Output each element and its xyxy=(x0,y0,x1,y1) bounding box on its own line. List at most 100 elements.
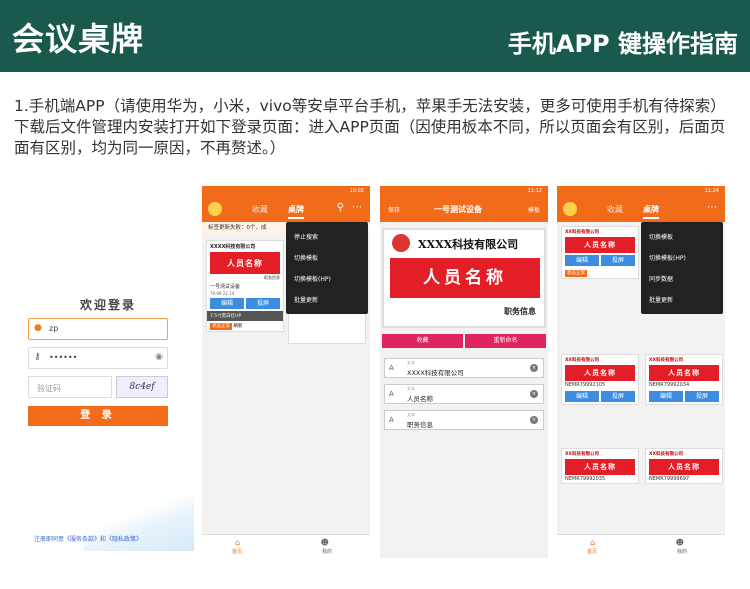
field-value: 职务信息 xyxy=(407,421,433,429)
login-button[interactable]: 登 录 xyxy=(28,406,168,426)
search-icon[interactable]: ⚲ xyxy=(337,202,344,213)
nav-mine[interactable]: 我的 xyxy=(677,548,687,555)
tab-favorites[interactable]: 收藏 xyxy=(252,204,268,215)
edit-button[interactable]: 编辑 xyxy=(565,391,599,402)
field-label: 文本 xyxy=(407,412,415,417)
menu-item-stop-search[interactable]: 停止搜索 xyxy=(286,226,368,247)
favorite-button[interactable]: 收藏 xyxy=(382,334,463,348)
more-icon[interactable]: ⋯ xyxy=(707,202,717,213)
text-field-position[interactable]: A 文本 职务信息 × xyxy=(384,410,544,430)
bottom-nav: ⌂ 首页 ☻ 我的 xyxy=(557,534,725,558)
menu-item-sync-data[interactable]: 同步数据 xyxy=(641,268,723,289)
field-label: 文本 xyxy=(407,386,415,391)
captcha-input[interactable]: 验证码 xyxy=(28,376,112,398)
device-card[interactable]: XXXX科技有限公司 人员名称 职务信息 一号测试设备 79.99.22.14 … xyxy=(206,240,284,332)
home-icon[interactable]: ⌂ xyxy=(590,538,595,547)
template-button[interactable]: 模板 xyxy=(528,205,540,214)
card-name: 人员名称 xyxy=(565,237,635,253)
login-screen: 欢迎登录 ● zp ⚷ •••••• ◉ 验证码 8c4ef 登 录 注册即同意… xyxy=(24,186,194,558)
nameplate-preview: XXXX科技有限公司 人员名称 职务信息 xyxy=(382,228,546,328)
username-field[interactable]: ● zp xyxy=(28,318,168,340)
card-device-id: NEMR79999697 xyxy=(649,476,690,482)
text-field-company[interactable]: A 文本 XXXX科技有限公司 × xyxy=(384,358,544,378)
card-company: XX科技有限公司 xyxy=(649,358,683,363)
app-bar: 收藏 桌牌 ⋯ xyxy=(557,196,725,222)
header-title-right: 手机APP 键操作指南 xyxy=(507,30,738,58)
username-value: zp xyxy=(49,324,59,333)
eye-icon[interactable]: ◉ xyxy=(155,352,163,362)
menu-item-batch-update[interactable]: 批量更新 xyxy=(641,289,723,310)
captcha-image[interactable]: 8c4ef xyxy=(116,376,168,398)
clear-icon[interactable]: × xyxy=(530,364,538,372)
terms-link[interactable]: 注册即同意《服务条款》和《隐私政策》 xyxy=(34,534,142,543)
device-card[interactable]: XX科技有限公司 人员名称 NEMR79992034 编辑 投屏 xyxy=(645,354,723,405)
status-badge: 状态正常 xyxy=(565,270,587,277)
status-bar: 11:24 xyxy=(557,186,725,196)
device-card[interactable]: XX科技有限公司 人员名称 NEMR79992105 编辑 投屏 xyxy=(561,354,639,405)
overflow-menu: 切换模板 切换模板(HP) 同步数据 批量更新 xyxy=(641,222,723,314)
card-name: 人员名称 xyxy=(649,365,719,381)
card-company: XXXX科技有限公司 xyxy=(210,244,256,250)
device-card[interactable]: XX科技有限公司 人员名称 NEMR79992035 xyxy=(561,448,639,484)
card-name: 人员名称 xyxy=(649,459,719,475)
password-field[interactable]: ⚷ •••••• ◉ xyxy=(28,347,168,369)
card-name: 人员名称 xyxy=(565,459,635,475)
person-icon[interactable]: ☻ xyxy=(321,538,329,547)
app-bar: 收藏 桌牌 ⚲ ⋯ xyxy=(202,196,370,222)
intro-text: 1.手机端APP（请使用华为，小米，vivo等安卓平台手机，苹果手无法安装，更多… xyxy=(14,97,726,157)
tab-nameplates[interactable]: 桌牌 xyxy=(643,204,659,219)
welcome-heading: 欢迎登录 xyxy=(79,298,136,312)
device-card[interactable]: XX科技有限公司 人员名称 编辑 投屏 状态正常 xyxy=(561,226,639,279)
more-icon[interactable]: ⋯ xyxy=(352,202,362,213)
menu-item-switch-template-hp[interactable]: 切换模板(HP) xyxy=(641,247,723,268)
app-logo-icon xyxy=(208,202,222,216)
nav-home[interactable]: 首页 xyxy=(232,548,242,555)
status-bar: 10:02 xyxy=(202,186,370,196)
edit-button[interactable]: 编辑 xyxy=(210,298,244,309)
cast-button[interactable]: 投屏 xyxy=(685,391,719,402)
device-card[interactable]: XX科技有限公司 人员名称 NEMR79999697 xyxy=(645,448,723,484)
cast-button[interactable]: 投屏 xyxy=(246,298,280,309)
device-list-screen: 10:02 收藏 桌牌 ⚲ ⋯ 标签更新失败：0个，成 XXXX科技有限公司 人… xyxy=(202,186,370,558)
field-value: XXXX科技有限公司 xyxy=(407,369,464,377)
header-title-left: 会议桌牌 xyxy=(12,20,145,58)
home-icon[interactable]: ⌂ xyxy=(235,538,240,547)
refresh-label[interactable]: 刷新 xyxy=(233,324,242,329)
edit-button[interactable]: 编辑 xyxy=(565,255,599,266)
app-logo-icon xyxy=(563,202,577,216)
clear-icon[interactable]: × xyxy=(530,416,538,424)
password-value: •••••• xyxy=(49,353,78,362)
text-icon: A xyxy=(389,390,394,398)
card-device-name: 一号测试设备 xyxy=(210,284,241,290)
tab-nameplates[interactable]: 桌牌 xyxy=(288,204,304,219)
nav-home[interactable]: 首页 xyxy=(587,548,597,555)
text-field-name[interactable]: A 文本 人员名称 × xyxy=(384,384,544,404)
preview-position: 职务信息 xyxy=(504,306,536,316)
menu-item-batch-update[interactable]: 批量更新 xyxy=(286,289,368,310)
cast-button[interactable]: 投屏 xyxy=(601,255,635,266)
card-name: 人员名称 xyxy=(565,365,635,381)
rename-button[interactable]: 重新命名 xyxy=(465,334,546,348)
tab-favorites[interactable]: 收藏 xyxy=(607,204,623,215)
status-badge: 状态正常 xyxy=(210,323,232,330)
card-device-id: NEMR79992034 xyxy=(649,382,690,388)
key-icon: ⚷ xyxy=(34,352,41,362)
menu-item-switch-template[interactable]: 切换模板 xyxy=(641,226,723,247)
editor-title: 一号测试设备 xyxy=(434,205,482,214)
save-button[interactable]: 保存 xyxy=(388,205,400,214)
field-label: 文本 xyxy=(407,360,415,365)
editor-screen: 11:12 保存 一号测试设备 模板 XXXX科技有限公司 人员名称 职务信息 … xyxy=(380,186,548,558)
cast-button[interactable]: 投屏 xyxy=(601,391,635,402)
page-header: 会议桌牌 手机APP 键操作指南 xyxy=(0,0,750,72)
edit-button[interactable]: 编辑 xyxy=(649,391,683,402)
menu-item-switch-template-hp[interactable]: 切换模板(HP) xyxy=(286,268,368,289)
status-bar: 11:12 xyxy=(380,186,548,196)
card-model: 7.5寸黑白红HP xyxy=(207,311,283,321)
clear-icon[interactable]: × xyxy=(530,390,538,398)
person-icon[interactable]: ☻ xyxy=(676,538,684,547)
nav-mine[interactable]: 我的 xyxy=(322,548,332,555)
emblem-icon xyxy=(392,234,410,252)
bottom-nav: ⌂ 首页 ☻ 我的 xyxy=(202,534,370,558)
menu-item-switch-template[interactable]: 切换模板 xyxy=(286,247,368,268)
text-icon: A xyxy=(389,364,394,372)
